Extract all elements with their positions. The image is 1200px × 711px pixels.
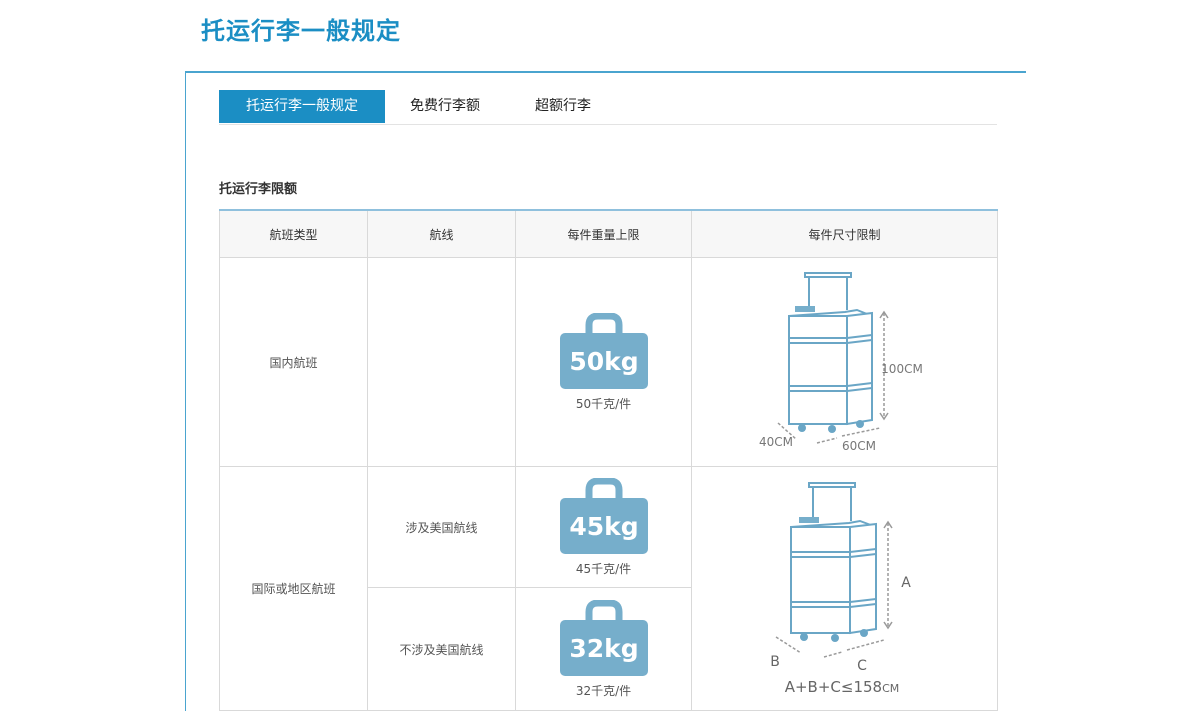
content-panel: 托运行李一般规定 免费行李额 超额行李 托运行李限额 航班类型 航线 每件重量上… (185, 71, 1026, 711)
cell-domestic-route (367, 257, 516, 467)
cell-intl-us-weight: 45kg 45千克/件 (515, 465, 692, 589)
baggage-limits-table: 航班类型 航线 每件重量上限 每件尺寸限制 国内航班 50kg 50千克/件 1… (219, 209, 998, 711)
cell-domestic-flight-type: 国内航班 (219, 257, 368, 467)
cell-domestic-size: 100CM 40CM 60CM (691, 257, 998, 467)
tab-free-allowance[interactable]: 免费行李额 (385, 90, 505, 123)
bag-50kg-label: 50kg (569, 347, 638, 376)
suitcase-international-icon: A B C A+B+C≤158CM (770, 482, 911, 696)
dim-depth-label: 40CM (759, 435, 793, 449)
weight-caption-45: 45千克/件 (575, 561, 632, 576)
table-header-row: 航班类型 航线 每件重量上限 每件尺寸限制 (219, 209, 998, 258)
cell-intl-flight-type: 国际或地区航班 (219, 466, 368, 711)
dim-formula-main: A+B+C≤158 (785, 678, 882, 696)
bag-45kg-icon: 45kg (559, 477, 648, 554)
header-size-limit: 每件尺寸限制 (691, 209, 998, 258)
bag-32kg-label: 32kg (569, 634, 638, 663)
page-title: 托运行李一般规定 (201, 17, 401, 45)
dim-height-label: 100CM (881, 362, 923, 376)
tab-bar: 托运行李一般规定 免费行李额 超额行李 (219, 90, 997, 125)
dim-b-label: B (770, 654, 780, 670)
dim-c-label: C (857, 658, 867, 674)
cell-intl-non-us-weight: 32kg 32千克/件 (515, 587, 692, 711)
cell-intl-route-us: 涉及美国航线 (367, 465, 516, 589)
section-title: 托运行李限额 (219, 182, 298, 197)
bag-45kg-label: 45kg (569, 512, 638, 541)
bag-50kg-icon: 50kg (559, 312, 648, 389)
cell-intl-route-non-us: 不涉及美国航线 (367, 587, 516, 711)
dim-formula-unit: CM (882, 682, 899, 695)
dim-formula-text: A+B+C≤158CM (785, 678, 900, 696)
cell-domestic-weight: 50kg 50千克/件 (515, 257, 692, 467)
dim-width-label: 60CM (842, 439, 876, 453)
header-weight-limit: 每件重量上限 (515, 209, 692, 258)
header-route: 航线 (367, 209, 516, 258)
table-row-intl-us: 国际或地区航班 涉及美国航线 45kg 45千克/件 A B C A+B+C≤1… (219, 465, 998, 711)
weight-caption-50: 50千克/件 (575, 396, 632, 411)
dim-a-label: A (901, 575, 911, 591)
table-row-domestic: 国内航班 50kg 50千克/件 100CM 40CM 60CM (219, 257, 998, 467)
cell-intl-size: A B C A+B+C≤158CM (691, 466, 998, 711)
tab-general-rules[interactable]: 托运行李一般规定 (219, 90, 385, 123)
weight-caption-32: 32千克/件 (575, 683, 632, 698)
header-flight-type: 航班类型 (219, 209, 368, 258)
suitcase-domestic-icon: 100CM 40CM 60CM (759, 272, 923, 453)
tab-excess-baggage[interactable]: 超额行李 (505, 90, 621, 123)
bag-32kg-icon: 32kg (559, 599, 648, 676)
